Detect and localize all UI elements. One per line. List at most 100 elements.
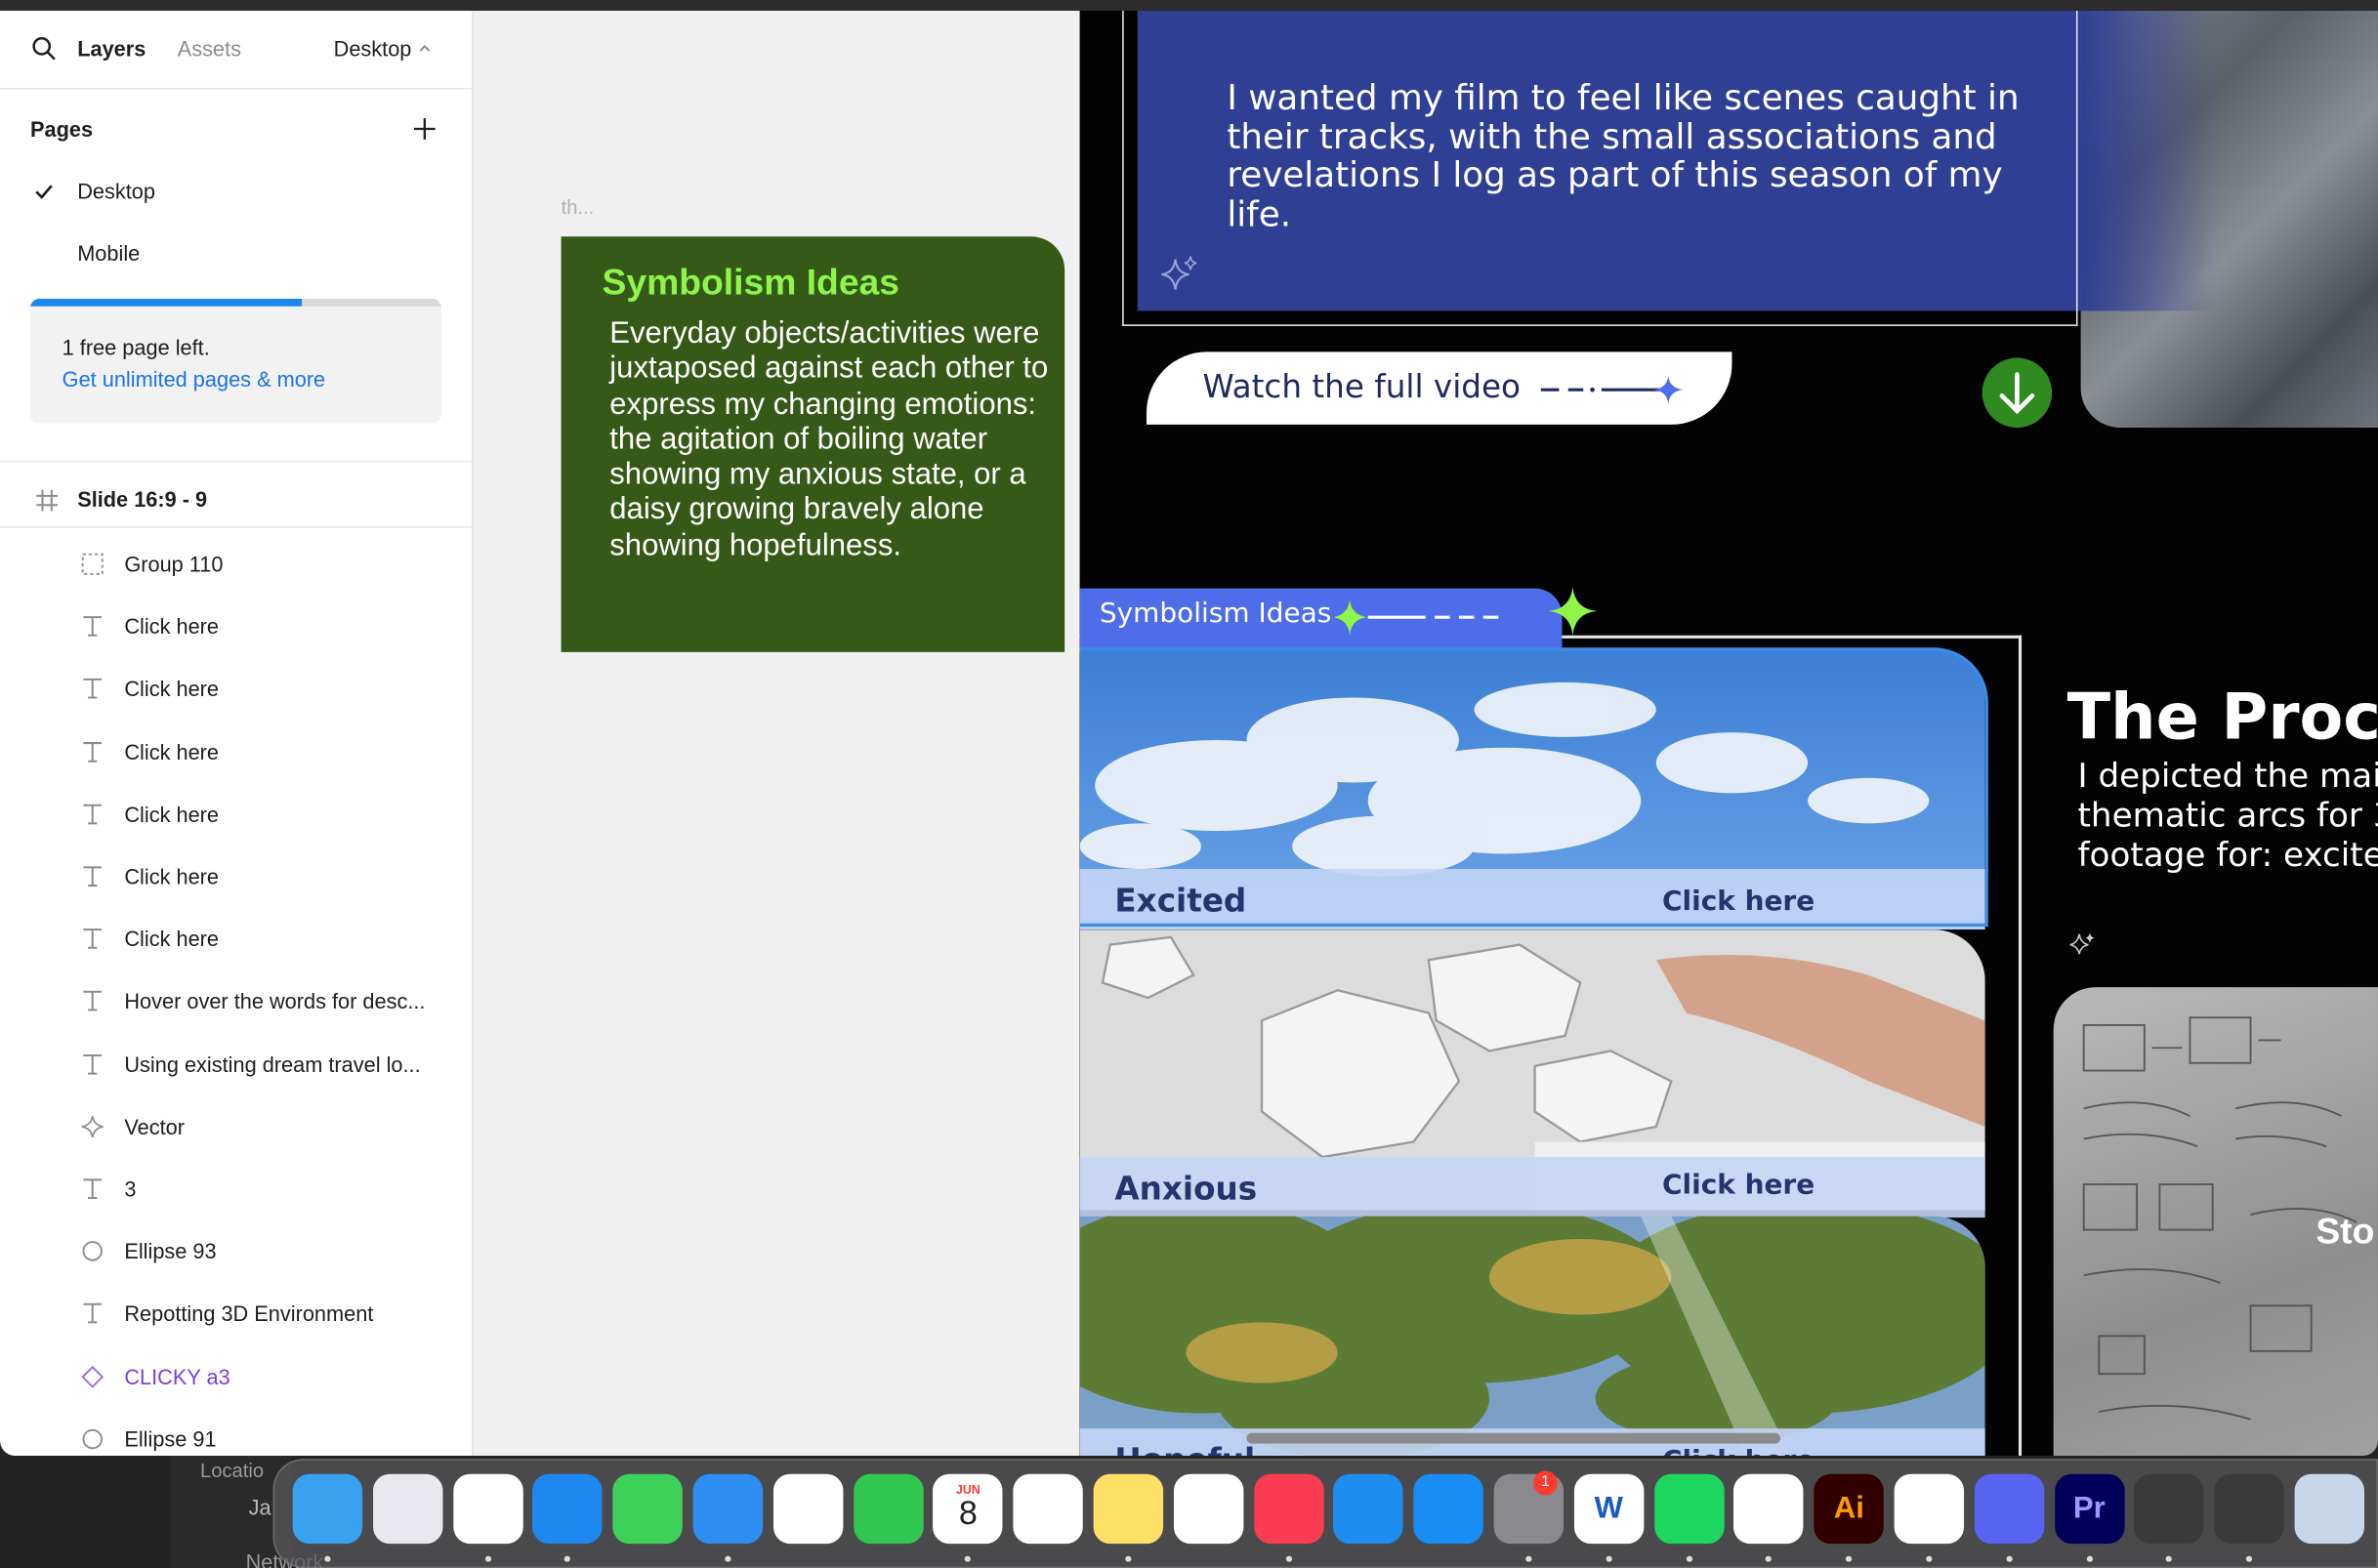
freeform-icon[interactable] — [1173, 1473, 1244, 1545]
running-indicator — [725, 1555, 731, 1562]
layer-row[interactable]: Repotting 3D Environment — [0, 1284, 474, 1346]
dock: JUN 8 W Ai Pr — [272, 1459, 2378, 1568]
layer-name: Click here — [124, 802, 220, 827]
illustrator-icon[interactable]: Ai — [1814, 1473, 1885, 1545]
spotify-icon[interactable] — [1653, 1473, 1725, 1545]
page-switcher[interactable]: Desktop — [334, 36, 433, 61]
reminders-icon[interactable] — [1013, 1473, 1084, 1545]
layer-row[interactable]: 3 — [0, 1159, 474, 1221]
watch-video-button[interactable]: Watch the full video — [1147, 351, 1732, 425]
word-icon[interactable]: W — [1573, 1473, 1645, 1545]
page-item-label: Mobile — [77, 240, 141, 266]
page-item-desktop[interactable]: Desktop — [0, 164, 474, 219]
running-indicator — [1926, 1555, 1933, 1562]
text-icon — [80, 739, 104, 763]
layer-row[interactable]: Click here — [0, 846, 474, 909]
symbolism-note-card[interactable]: Symbolism Ideas Everyday objects/activit… — [561, 236, 1065, 652]
layer-row[interactable]: Click here — [0, 597, 474, 659]
click-here-link[interactable]: Click here — [1662, 1445, 1815, 1456]
layer-row[interactable]: Vector — [0, 1096, 474, 1159]
preview-icon[interactable] — [2294, 1473, 2365, 1545]
outlook-icon[interactable] — [1894, 1473, 1965, 1545]
vector-icon — [80, 1114, 104, 1138]
panel-header: Layers Assets Desktop — [0, 11, 474, 90]
tab-assets[interactable]: Assets — [178, 36, 241, 61]
tab-layers[interactable]: Layers — [77, 36, 146, 61]
component-icon — [80, 1364, 104, 1388]
calendar-day: 8 — [958, 1493, 978, 1531]
layer-name: Repotting 3D Environment — [124, 1301, 374, 1327]
click-here-link[interactable]: Click here — [1662, 1170, 1815, 1202]
frame-label[interactable]: th... — [562, 195, 595, 218]
card-anxious[interactable]: Anxious Click here — [1079, 929, 1985, 1218]
card-title: Excited — [1114, 882, 1247, 920]
app-store-icon[interactable] — [1413, 1473, 1484, 1545]
layer-row[interactable]: Click here — [0, 659, 474, 722]
text-icon — [80, 927, 104, 951]
click-here-link[interactable]: Click here — [1662, 886, 1815, 918]
layer-row[interactable]: Group 110 — [0, 534, 474, 597]
messages-icon[interactable] — [612, 1473, 684, 1545]
unity-hub-icon[interactable] — [2214, 1473, 2285, 1545]
slide-frame[interactable]: I wanted my film to feel like scenes cau… — [1079, 10, 2378, 1457]
horizontal-scrollbar[interactable] — [1246, 1432, 1781, 1444]
safari-icon[interactable] — [532, 1473, 604, 1545]
layer-row[interactable]: CLICKY a3 — [0, 1346, 474, 1409]
note-title: Symbolism Ideas — [602, 262, 900, 304]
running-indicator — [1686, 1555, 1692, 1562]
storyboard-sketch[interactable]: Sto — [2053, 987, 2378, 1457]
card-excited[interactable]: Excited Click here — [1079, 648, 1985, 930]
chrome-icon[interactable] — [452, 1473, 523, 1545]
upgrade-link[interactable]: Get unlimited pages & more — [63, 367, 325, 392]
keynote-icon[interactable] — [1333, 1473, 1404, 1545]
symbolism-tab[interactable]: Symbolism Ideas — [1079, 588, 1563, 649]
notes-icon[interactable] — [1093, 1473, 1164, 1545]
calendar-icon[interactable]: JUN 8 — [933, 1473, 1004, 1545]
process-line: thematic arcs for 3 — [2077, 797, 2378, 836]
photos-icon[interactable] — [772, 1473, 844, 1545]
facetime-icon[interactable] — [853, 1473, 924, 1545]
running-indicator — [965, 1555, 972, 1562]
notification-badge: 1 — [1533, 1470, 1558, 1496]
layer-name: CLICKY a3 — [124, 1364, 230, 1389]
layer-name: Vector — [124, 1114, 185, 1139]
mail-icon[interactable] — [692, 1473, 764, 1545]
discord-icon[interactable] — [1974, 1473, 2045, 1545]
text-icon — [80, 1052, 104, 1076]
unity-icon[interactable] — [2134, 1473, 2205, 1545]
layer-row[interactable]: Click here — [0, 784, 474, 846]
layer-row[interactable]: Click here — [0, 722, 474, 784]
finder-item[interactable]: Ja — [249, 1495, 271, 1519]
add-page-icon[interactable] — [409, 113, 439, 144]
dashed-arrow-icon — [1540, 376, 1684, 404]
text-icon — [80, 864, 104, 888]
layer-row[interactable]: Hover over the words for desc... — [0, 971, 474, 1034]
pages-heading: Pages — [30, 116, 94, 142]
finder-icon[interactable] — [292, 1473, 363, 1545]
quote-text: I wanted my film to feel like scenes cau… — [1227, 78, 2020, 234]
search-icon[interactable] — [30, 35, 58, 62]
music-icon[interactable] — [1253, 1473, 1324, 1545]
vscode-icon[interactable] — [1733, 1473, 1805, 1545]
layer-row[interactable]: Click here — [0, 909, 474, 971]
layer-name: Ellipse 93 — [124, 1239, 217, 1264]
running-indicator — [2006, 1555, 2013, 1562]
layer-row[interactable]: Ellipse 91 — [0, 1409, 474, 1456]
launchpad-icon[interactable] — [372, 1473, 443, 1545]
layer-row[interactable]: Ellipse 93 — [0, 1221, 474, 1284]
divider — [0, 461, 474, 463]
running-indicator — [1606, 1555, 1612, 1562]
premiere-icon[interactable]: Pr — [2054, 1473, 2125, 1545]
app-letter: Ai — [1833, 1491, 1864, 1525]
layer-row[interactable]: Using existing dream travel lo... — [0, 1034, 474, 1096]
page-item-mobile[interactable]: Mobile — [0, 226, 474, 280]
layer-frame-row[interactable]: Slide 16:9 - 9 — [0, 470, 474, 528]
download-button[interactable] — [1982, 357, 2053, 428]
layer-name: Using existing dream travel lo... — [124, 1052, 421, 1077]
dashed-sparkle-line-icon — [1334, 598, 1499, 636]
card-caption: Anxious Click here — [1079, 1157, 1985, 1218]
canvas-area[interactable]: th... Symbolism Ideas Everyday objects/a… — [473, 10, 1080, 1457]
process-line: I depicted the main — [2077, 758, 2378, 797]
card-hopeful[interactable]: Hopeful Click here — [1079, 1216, 1985, 1457]
layer-name: 3 — [124, 1176, 137, 1202]
